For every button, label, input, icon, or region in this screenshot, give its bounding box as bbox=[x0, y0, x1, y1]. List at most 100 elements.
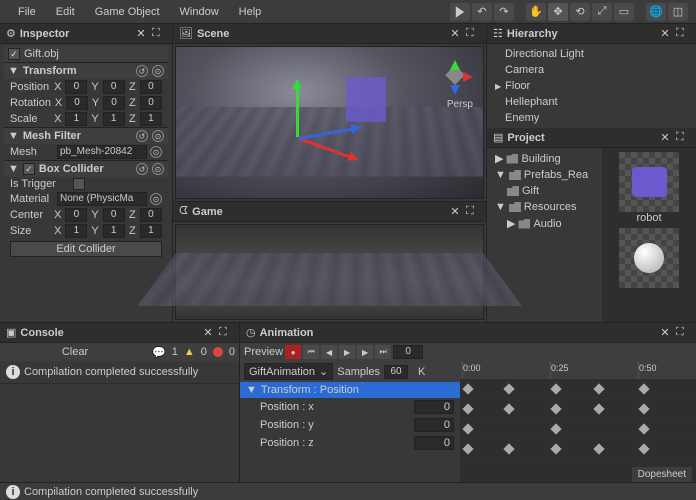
hierarchy-item[interactable]: Camera bbox=[487, 62, 696, 78]
options-icon[interactable]: ⊙ bbox=[152, 163, 164, 175]
menu-file[interactable]: File bbox=[8, 0, 46, 24]
play-button[interactable]: ▶ bbox=[339, 345, 355, 359]
keyframe[interactable] bbox=[503, 383, 514, 394]
close-icon[interactable]: ✕ bbox=[448, 27, 462, 40]
keyframe[interactable] bbox=[462, 423, 473, 434]
console-message[interactable]: i Compilation completed successfully bbox=[0, 361, 239, 384]
next-key-button[interactable]: ▶ bbox=[357, 345, 373, 359]
game-tab[interactable]: ᗧ Game ✕ ⛶ bbox=[173, 202, 486, 222]
scene-tab[interactable]: 🖼 Scene ✕ ⛶ bbox=[173, 24, 486, 44]
maximize-icon[interactable]: ⛶ bbox=[466, 27, 480, 41]
keyframe[interactable] bbox=[503, 443, 514, 454]
preview-toggle[interactable]: Preview bbox=[244, 346, 283, 358]
maximize-icon[interactable]: ⛶ bbox=[219, 326, 233, 340]
console-tab[interactable]: ▣ Console ✕ ⛶ bbox=[0, 323, 239, 343]
orientation-gizmo[interactable] bbox=[435, 55, 475, 95]
scale-z[interactable]: 1 bbox=[140, 112, 162, 126]
hierarchy-tab[interactable]: ☷ Hierarchy ✕ ⛶ bbox=[487, 24, 696, 44]
folder-item[interactable]: ▶Building bbox=[487, 150, 602, 167]
rot-z[interactable]: 0 bbox=[140, 96, 162, 110]
asset-item[interactable]: robot bbox=[614, 152, 684, 224]
menu-gameobject[interactable]: Game Object bbox=[85, 0, 170, 24]
globe-icon[interactable]: 🌐 bbox=[646, 3, 666, 21]
hierarchy-item[interactable]: Enemy bbox=[487, 110, 696, 126]
animation-timeline[interactable]: 0:00 0:25 0:50 Dopesheet bbox=[460, 361, 696, 482]
keyframe[interactable] bbox=[550, 443, 561, 454]
scene-viewport[interactable]: Persp bbox=[175, 46, 484, 199]
persp-label[interactable]: Persp bbox=[447, 99, 473, 110]
samples-field[interactable]: 60 bbox=[384, 365, 408, 379]
expand-icon[interactable]: ▼ bbox=[8, 65, 19, 77]
rot-x[interactable]: 0 bbox=[66, 96, 88, 110]
menu-window[interactable]: Window bbox=[170, 0, 229, 24]
edit-collider-button[interactable]: Edit Collider bbox=[10, 241, 162, 257]
info-count-icon[interactable]: 💬 bbox=[152, 346, 166, 359]
last-frame-button[interactable]: ⏭ bbox=[375, 345, 391, 359]
animation-tab[interactable]: ◷ Animation ✕ ⛶ bbox=[240, 323, 696, 343]
size-y[interactable]: 1 bbox=[103, 224, 125, 238]
center-x[interactable]: 0 bbox=[65, 208, 87, 222]
keyframe[interactable] bbox=[593, 403, 604, 414]
istrigger-checkbox[interactable] bbox=[73, 178, 85, 190]
pos-y[interactable]: 0 bbox=[103, 80, 125, 94]
picker-icon[interactable]: ⊙ bbox=[150, 146, 162, 158]
scale-x[interactable]: 1 bbox=[65, 112, 87, 126]
error-count-icon[interactable] bbox=[213, 347, 223, 357]
object-active-checkbox[interactable] bbox=[8, 48, 20, 60]
transform-header[interactable]: Transform bbox=[23, 65, 132, 77]
dopesheet-tab[interactable]: Dopesheet bbox=[632, 467, 692, 482]
reset-icon[interactable]: ↺ bbox=[136, 163, 148, 175]
anim-property[interactable]: Position : x0 bbox=[240, 398, 460, 416]
maximize-icon[interactable]: ⛶ bbox=[676, 326, 690, 340]
hierarchy-item[interactable]: Hellephant bbox=[487, 94, 696, 110]
maximize-icon[interactable]: ⛶ bbox=[676, 27, 690, 41]
scale-tool[interactable]: ⤢ bbox=[592, 3, 612, 21]
pos-x[interactable]: 0 bbox=[65, 80, 87, 94]
meshfilter-header[interactable]: Mesh Filter bbox=[23, 130, 132, 142]
keyframe-button[interactable]: K bbox=[418, 366, 425, 378]
boxcollider-header[interactable]: Box Collider bbox=[39, 163, 132, 175]
undo-button[interactable]: ↶ bbox=[472, 3, 492, 21]
frame-field[interactable]: 0 bbox=[393, 345, 423, 359]
first-frame-button[interactable]: ⏮ bbox=[303, 345, 319, 359]
keyframe[interactable] bbox=[550, 403, 561, 414]
mesh-field[interactable]: pb_Mesh-20842 bbox=[57, 145, 147, 159]
folder-item[interactable]: Gift bbox=[487, 183, 602, 199]
picker-icon[interactable]: ⊙ bbox=[150, 193, 162, 205]
keyframe[interactable] bbox=[503, 403, 514, 414]
asset-item[interactable] bbox=[614, 228, 684, 288]
center-y[interactable]: 0 bbox=[103, 208, 125, 222]
reset-icon[interactable]: ↺ bbox=[136, 65, 148, 77]
maximize-icon[interactable]: ⛶ bbox=[152, 27, 166, 41]
hierarchy-item[interactable]: Directional Light bbox=[487, 46, 696, 62]
move-tool[interactable]: ✥ bbox=[548, 3, 568, 21]
layout-icon[interactable]: ◫ bbox=[668, 3, 688, 21]
options-icon[interactable]: ⊙ bbox=[152, 130, 164, 142]
center-z[interactable]: 0 bbox=[140, 208, 162, 222]
pos-z[interactable]: 0 bbox=[140, 80, 162, 94]
hand-tool[interactable]: ✋ bbox=[526, 3, 546, 21]
options-icon[interactable]: ⊙ bbox=[152, 65, 164, 77]
menu-edit[interactable]: Edit bbox=[46, 0, 85, 24]
inspector-tab[interactable]: ⚙ Inspector ✕ ⛶ bbox=[0, 24, 172, 44]
warn-count-icon[interactable]: ▲ bbox=[184, 346, 195, 358]
gizmo-y-axis[interactable] bbox=[296, 82, 299, 137]
keyframe[interactable] bbox=[593, 443, 604, 454]
keyframe[interactable] bbox=[462, 443, 473, 454]
close-icon[interactable]: ✕ bbox=[448, 205, 462, 218]
game-viewport[interactable] bbox=[175, 224, 484, 320]
clear-button[interactable]: Clear bbox=[4, 346, 146, 358]
keyframe[interactable] bbox=[638, 443, 649, 454]
close-icon[interactable]: ✕ bbox=[201, 326, 215, 339]
prev-key-button[interactable]: ◀ bbox=[321, 345, 337, 359]
rot-y[interactable]: 0 bbox=[103, 96, 125, 110]
keyframe[interactable] bbox=[638, 383, 649, 394]
keyframe[interactable] bbox=[462, 383, 473, 394]
keyframe[interactable] bbox=[550, 423, 561, 434]
redo-button[interactable]: ↷ bbox=[494, 3, 514, 21]
play-button[interactable] bbox=[450, 3, 470, 21]
record-button[interactable]: ● bbox=[285, 345, 301, 359]
project-tab[interactable]: ▤ Project ✕ ⛶ bbox=[487, 128, 696, 148]
keyframe[interactable] bbox=[593, 383, 604, 394]
expand-icon[interactable]: ▼ bbox=[8, 130, 19, 142]
